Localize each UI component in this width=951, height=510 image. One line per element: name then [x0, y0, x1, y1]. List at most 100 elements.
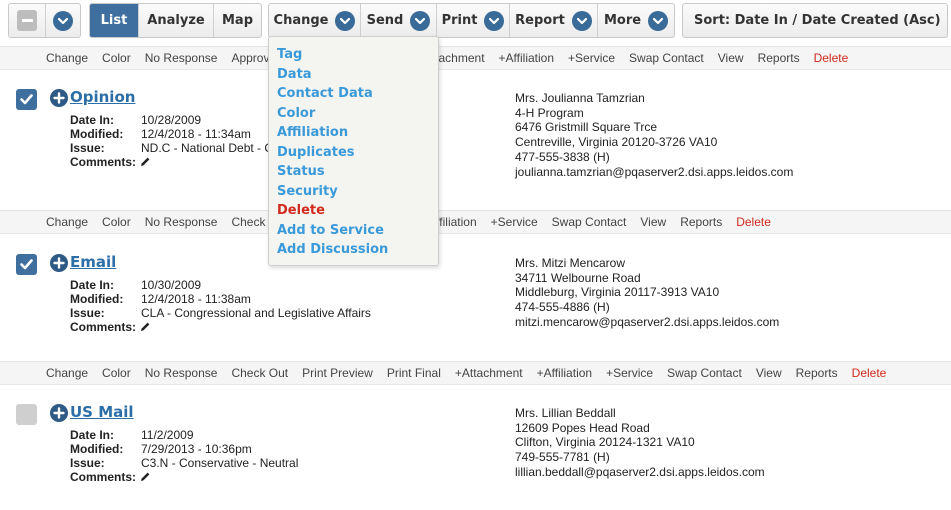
- action-change[interactable]: Change: [46, 366, 88, 380]
- action-swap-contact[interactable]: Swap Contact: [629, 51, 704, 65]
- action-no-response[interactable]: No Response: [145, 215, 218, 229]
- action-print-preview[interactable]: Print Preview: [302, 366, 373, 380]
- actions-menu-group: Change Send Print Report More: [268, 3, 675, 38]
- select-all-checkbox[interactable]: [9, 4, 46, 37]
- contact-street: 6476 Gristmill Square Trce: [515, 120, 658, 135]
- date-in-value: 10/28/2009: [141, 113, 202, 127]
- chevron-down-icon: [335, 10, 356, 31]
- menu-item-data[interactable]: Data: [269, 65, 438, 85]
- report-menu-button[interactable]: Report: [510, 4, 598, 37]
- issue-label: Issue:: [70, 456, 105, 470]
- action-add-service[interactable]: +Service: [568, 51, 615, 65]
- record-checkbox[interactable]: [16, 254, 37, 275]
- record-checkbox[interactable]: [16, 89, 37, 110]
- issue-value: ND.C - National Debt - C: [141, 141, 274, 155]
- menu-item-tag[interactable]: Tag: [269, 45, 438, 65]
- menu-item-delete[interactable]: Delete: [269, 201, 438, 221]
- menu-item-affiliation[interactable]: Affiliation: [269, 123, 438, 143]
- print-menu-label: Print: [441, 13, 478, 28]
- action-color[interactable]: Color: [102, 366, 131, 380]
- view-map-button[interactable]: Map: [214, 4, 261, 37]
- action-color[interactable]: Color: [102, 51, 131, 65]
- comments-label: Comments:: [70, 320, 137, 334]
- checkmark-icon: [20, 259, 33, 270]
- action-add-service[interactable]: +Service: [606, 366, 653, 380]
- pencil-icon[interactable]: [140, 156, 151, 167]
- menu-item-security[interactable]: Security: [269, 182, 438, 202]
- action-reports[interactable]: Reports: [796, 366, 838, 380]
- contact-name: Mrs. Lillian Beddall: [515, 406, 616, 420]
- contact-organization: 4-H Program: [515, 105, 584, 120]
- action-print-final[interactable]: Print Final: [387, 366, 441, 380]
- expand-icon[interactable]: [50, 254, 68, 272]
- action-view[interactable]: View: [756, 366, 782, 380]
- record-title-link[interactable]: Email: [70, 253, 116, 271]
- record-item: Opinion Date In: 10/28/2009 Modified: 12…: [0, 86, 951, 206]
- action-no-response[interactable]: No Response: [145, 51, 218, 65]
- contact-block: Mrs. Lillian Beddall 12609 Popes Head Ro…: [515, 406, 765, 480]
- action-check-out[interactable]: Check Out: [231, 366, 288, 380]
- modified-value: 7/29/2013 - 10:36pm: [141, 442, 252, 456]
- action-swap-contact[interactable]: Swap Contact: [667, 366, 742, 380]
- pencil-icon[interactable]: [140, 471, 151, 482]
- chevron-down-icon: [946, 10, 947, 31]
- select-menu-button[interactable]: [46, 4, 80, 37]
- sort-label: Sort: Date In / Date Created (Asc): [694, 13, 941, 28]
- date-in-value: 10/30/2009: [141, 278, 202, 292]
- contact-name: Mrs. Mitzi Mencarow: [515, 256, 626, 270]
- action-reports[interactable]: Reports: [758, 51, 800, 65]
- record-title-link[interactable]: Opinion: [70, 88, 135, 106]
- pencil-icon[interactable]: [140, 321, 151, 332]
- menu-item-duplicates[interactable]: Duplicates: [269, 143, 438, 163]
- menu-item-status[interactable]: Status: [269, 162, 438, 182]
- action-change[interactable]: Change: [46, 51, 88, 65]
- contact-name: Mrs. Joulianna Tamzrian: [515, 91, 645, 105]
- change-menu-label: Change: [273, 13, 329, 28]
- change-menu-button[interactable]: Change: [269, 4, 361, 37]
- expand-icon[interactable]: [50, 89, 68, 107]
- record-title-link[interactable]: US Mail: [70, 403, 134, 421]
- action-add-attachment[interactable]: +Attachment: [455, 366, 523, 380]
- menu-item-contact-data[interactable]: Contact Data: [269, 84, 438, 104]
- sort-group: Sort: Date In / Date Created (Asc): [682, 3, 948, 38]
- comments-label: Comments:: [70, 470, 137, 484]
- contact-block: Mrs. Mitzi Mencarow 34711 Welbourne Road…: [515, 256, 779, 330]
- menu-item-color[interactable]: Color: [269, 104, 438, 124]
- chevron-down-icon: [571, 10, 592, 31]
- action-swap-contact[interactable]: Swap Contact: [552, 215, 627, 229]
- action-reports[interactable]: Reports: [680, 215, 722, 229]
- action-delete[interactable]: Delete: [814, 51, 849, 65]
- modified-label: Modified:: [70, 442, 124, 456]
- record-action-bar: Change Color No Response Check Out ffili…: [0, 210, 951, 234]
- action-delete[interactable]: Delete: [736, 215, 771, 229]
- menu-item-add-to-service[interactable]: Add to Service: [269, 221, 438, 241]
- sort-menu-button[interactable]: Sort: Date In / Date Created (Asc): [683, 4, 947, 37]
- record-checkbox[interactable]: [16, 404, 37, 425]
- view-analyze-button[interactable]: Analyze: [139, 4, 214, 37]
- more-menu-label: More: [603, 13, 642, 28]
- print-menu-button[interactable]: Print: [437, 4, 510, 37]
- action-add-affiliation[interactable]: +Affiliation: [537, 366, 592, 380]
- action-add-affiliation[interactable]: ffiliation: [436, 215, 476, 229]
- action-view[interactable]: View: [718, 51, 744, 65]
- record-item: Email Date In: 10/30/2009 Modified: 12/4…: [0, 251, 951, 371]
- action-add-affiliation[interactable]: +Affiliation: [499, 51, 554, 65]
- action-delete[interactable]: Delete: [852, 366, 887, 380]
- issue-label: Issue:: [70, 141, 105, 155]
- view-list-button[interactable]: List: [90, 4, 139, 37]
- modified-label: Modified:: [70, 292, 124, 306]
- more-menu-button[interactable]: More: [598, 4, 674, 37]
- action-no-response[interactable]: No Response: [145, 366, 218, 380]
- menu-item-add-discussion[interactable]: Add Discussion: [269, 240, 438, 260]
- contact-street: 12609 Popes Head Road: [515, 420, 650, 435]
- contact-street: 34711 Welbourne Road: [515, 270, 641, 285]
- send-menu-label: Send: [366, 13, 404, 28]
- expand-icon[interactable]: [50, 404, 68, 422]
- action-add-service[interactable]: +Service: [491, 215, 538, 229]
- contact-email: lillian.beddall@pqaserver2.dsi.apps.leid…: [515, 464, 765, 479]
- action-change[interactable]: Change: [46, 215, 88, 229]
- issue-value: C3.N - Conservative - Neutral: [141, 456, 299, 470]
- action-color[interactable]: Color: [102, 215, 131, 229]
- action-view[interactable]: View: [640, 215, 666, 229]
- send-menu-button[interactable]: Send: [361, 4, 437, 37]
